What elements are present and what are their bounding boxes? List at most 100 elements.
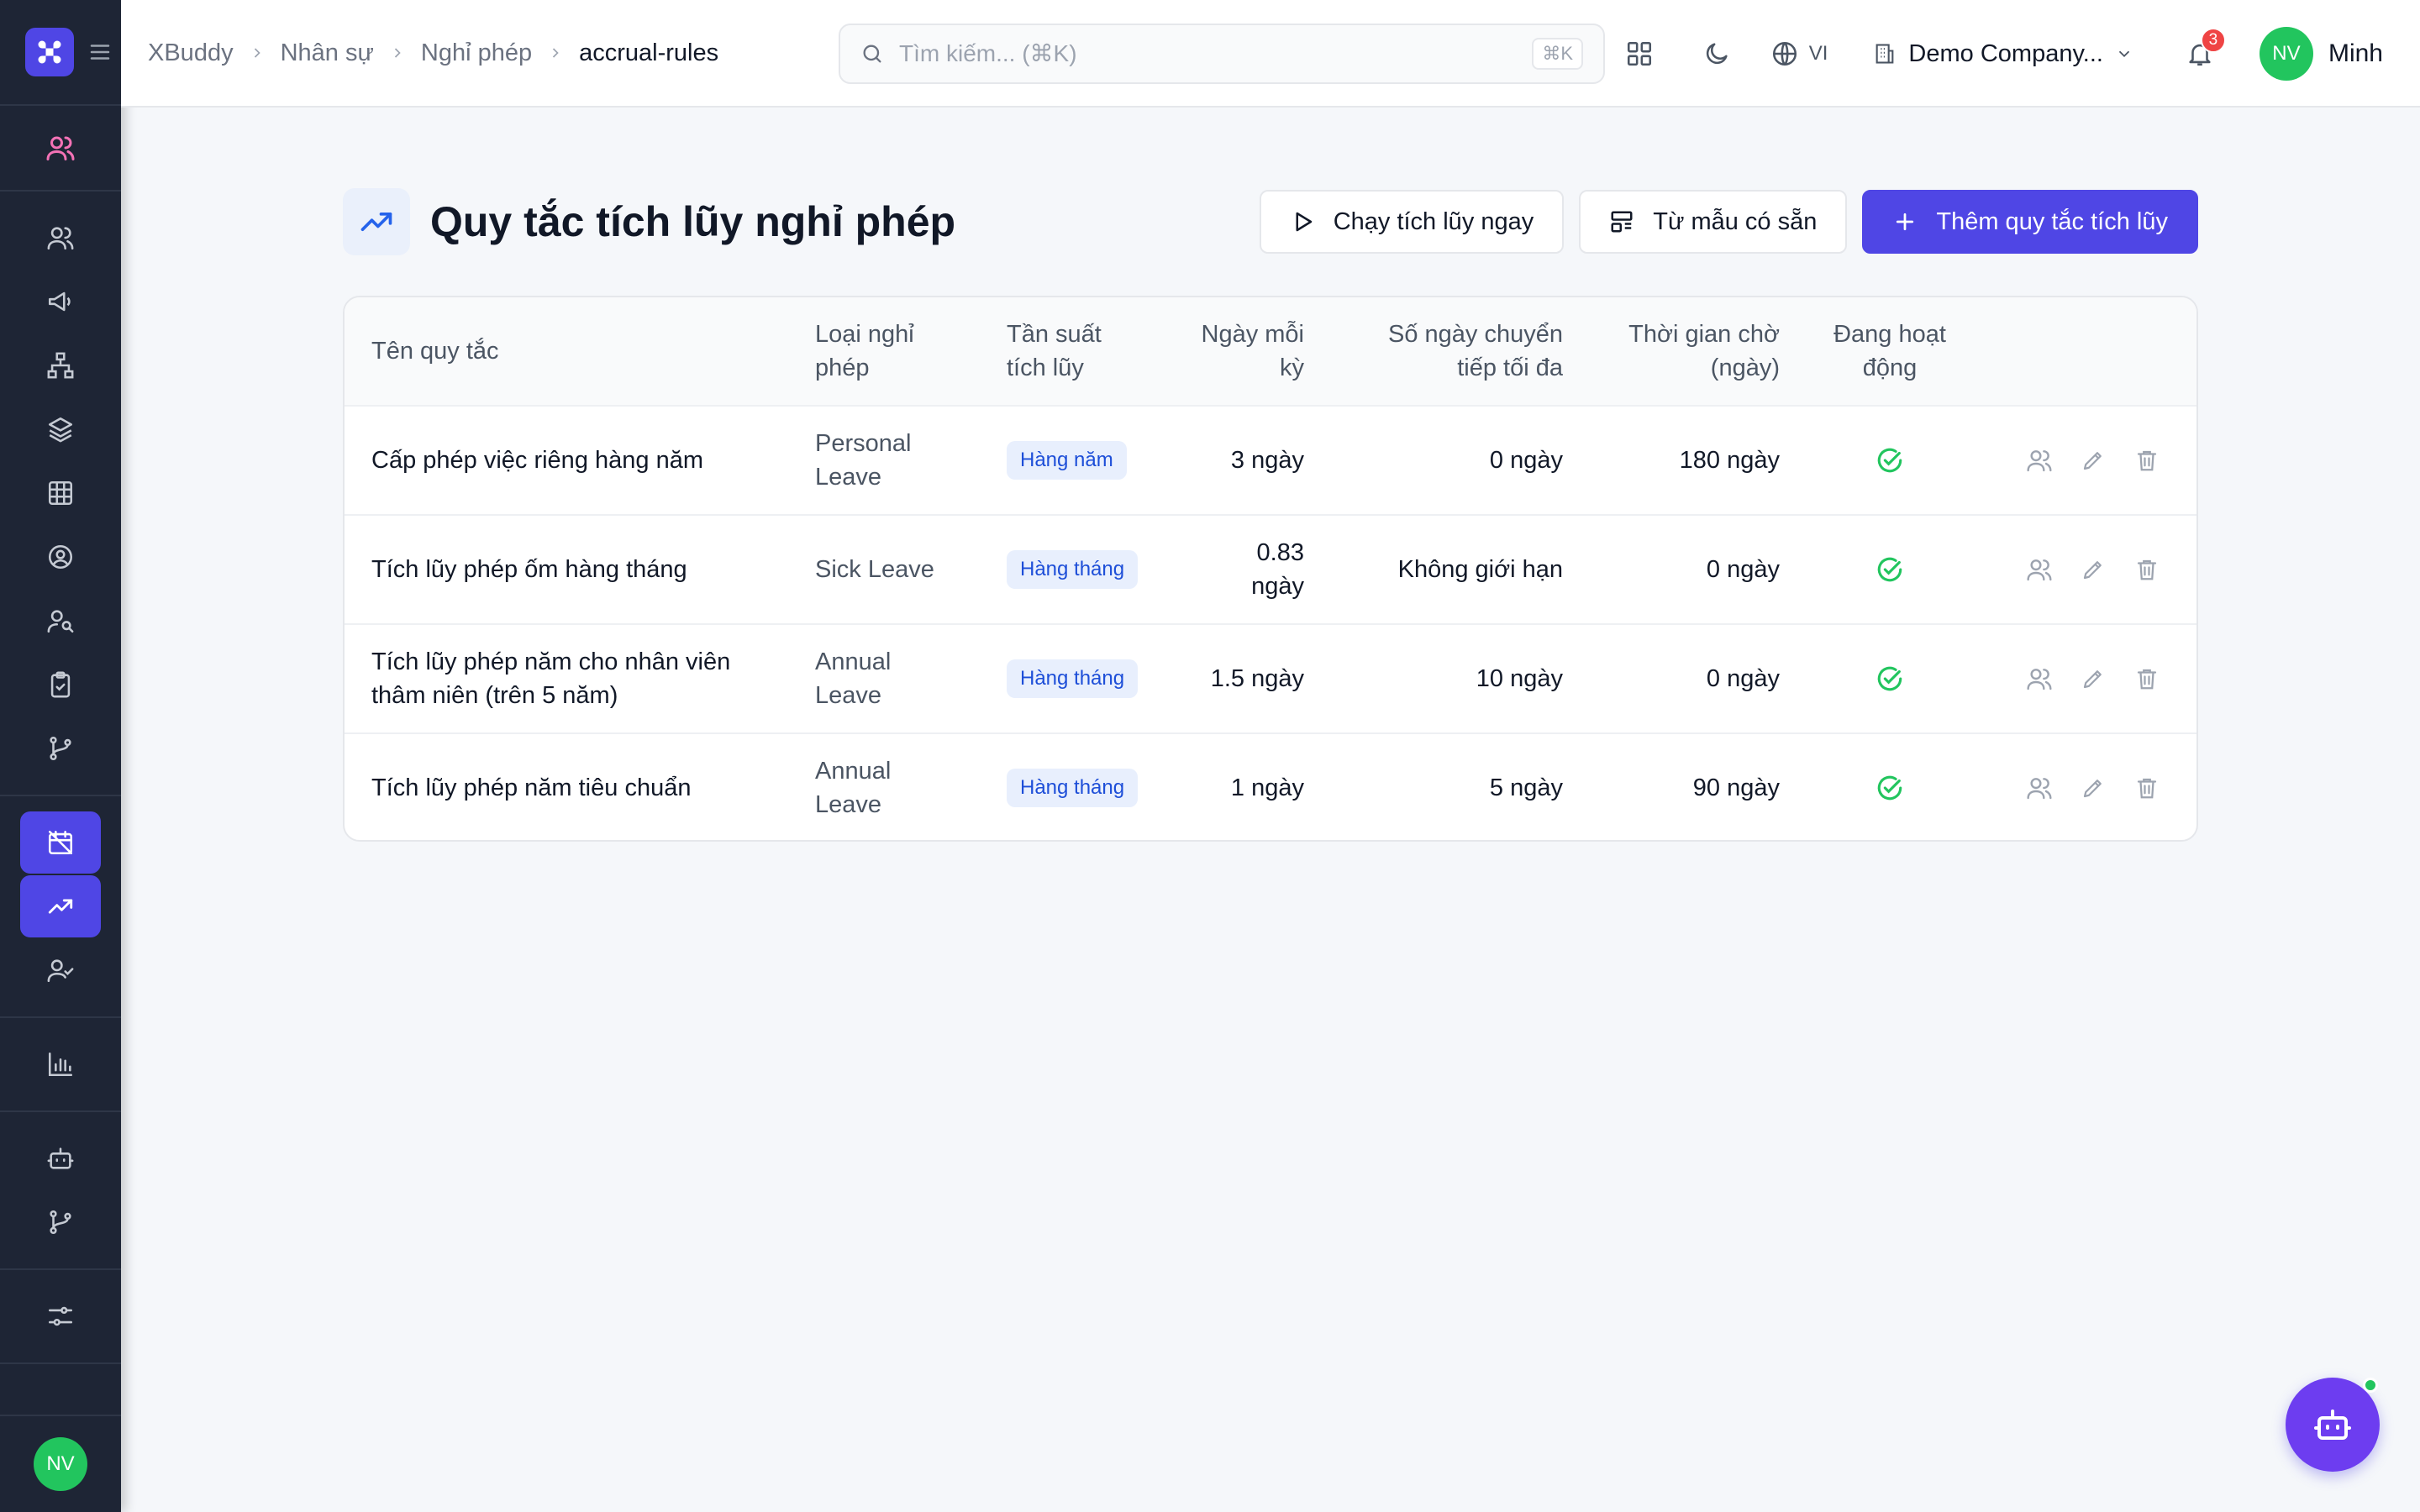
days-per-period: 3 ngày — [1230, 447, 1304, 474]
leave-type: Annual Leave — [815, 648, 892, 709]
add-accrual-rule-button[interactable]: Thêm quy tắc tích lũy — [1862, 190, 2198, 254]
sidebar-item-leave-calendar[interactable] — [20, 811, 101, 874]
search-box[interactable]: ⌘K — [839, 24, 1605, 84]
delete-icon[interactable] — [2133, 446, 2161, 475]
column-header-frequency[interactable]: Tần suất tích lũy — [1007, 318, 1133, 385]
table-row[interactable]: Tích lũy phép ốm hàng tháng Sick Leave H… — [345, 514, 2196, 623]
layers-icon — [48, 417, 73, 443]
column-header-leave-type[interactable]: Loại nghỉ phép — [815, 318, 941, 385]
git-branch-icon — [50, 736, 71, 761]
add-accrual-rule-label: Thêm quy tắc tích lũy — [1936, 207, 2168, 235]
max-carryover: 10 ngày — [1476, 665, 1563, 692]
active-status — [1876, 774, 1904, 802]
sidebar-item-workflow[interactable] — [20, 717, 101, 780]
breadcrumb-item-home[interactable]: XBuddy — [148, 39, 234, 67]
from-template-button[interactable]: Từ mẫu có sẵn — [1579, 190, 1848, 254]
sidebar-item-tasks[interactable] — [20, 654, 101, 716]
column-header-name[interactable]: Tên quy tắc — [371, 334, 499, 368]
sidebar-user-avatar[interactable]: NV — [34, 1437, 87, 1491]
frequency-cell: Hàng tháng — [1007, 769, 1139, 807]
assign-employees-icon[interactable] — [2025, 555, 2054, 584]
clipboard-check-icon — [50, 671, 71, 698]
column-header-days-per-period[interactable]: Ngày mỗi kỳ — [1185, 318, 1305, 385]
edit-icon[interactable] — [2079, 664, 2107, 693]
globe-icon — [1772, 41, 1797, 66]
chevron-right-icon — [553, 48, 559, 58]
leave-type: Annual Leave — [815, 758, 892, 818]
assign-employees-icon[interactable] — [2025, 664, 2054, 693]
sidebar-item-grid[interactable] — [20, 462, 101, 524]
assign-employees-icon[interactable] — [2025, 774, 2054, 802]
sidebar-item-recruitment[interactable] — [20, 590, 101, 652]
frequency-badge: Hàng tháng — [1007, 659, 1139, 698]
edit-icon[interactable] — [2079, 555, 2107, 584]
sidebar-item-org-chart[interactable] — [20, 334, 101, 396]
check-circle-icon — [1877, 448, 1902, 473]
column-header-max-carryover[interactable]: Số ngày chuyển tiếp tối đa — [1344, 318, 1563, 385]
sidebar-item-employees[interactable] — [20, 207, 101, 269]
run-accrual-button[interactable]: Chạy tích lũy ngay — [1259, 190, 1565, 254]
language-switcher[interactable]: VI — [1770, 39, 1828, 68]
check-circle-icon — [1877, 666, 1902, 691]
waiting-period: 0 ngày — [1706, 556, 1780, 583]
rule-name: Tích lũy phép ốm hàng tháng — [371, 556, 687, 583]
breadcrumb-item-hr[interactable]: Nhân sự — [281, 39, 374, 67]
page-actions: Chạy tích lũy ngay Từ mẫu có sẵn Thêm qu… — [1259, 190, 2198, 254]
sidebar-item-announcements[interactable] — [20, 270, 101, 333]
plus-icon — [1897, 213, 1914, 231]
moon-icon — [1706, 43, 1728, 65]
breadcrumb-item-leave[interactable]: Nghỉ phép — [421, 39, 532, 67]
active-status — [1876, 555, 1904, 584]
delete-icon[interactable] — [2133, 555, 2161, 584]
chevron-right-icon — [394, 48, 401, 58]
rule-name: Tích lũy phép năm cho nhân viên thâm niê… — [371, 648, 731, 709]
table-row[interactable]: Cấp phép việc riêng hàng năm Personal Le… — [345, 405, 2196, 514]
user-menu[interactable]: NV Minh — [2259, 27, 2383, 81]
sidebar-item-bot[interactable] — [20, 1127, 101, 1189]
page-header: Quy tắc tích lũy nghỉ phép Chạy tích lũy… — [343, 186, 2198, 257]
online-indicator — [2363, 1378, 2378, 1393]
accrual-rules-table: Tên quy tắc Loại nghỉ phép Tần suất tích… — [343, 296, 2198, 842]
table-row[interactable]: Tích lũy phép năm tiêu chuẩn Annual Leav… — [345, 732, 2196, 840]
sidebar-item-settings[interactable] — [20, 1285, 101, 1347]
sidebar-group-main — [0, 192, 121, 796]
sidebar-group-settings — [0, 1270, 121, 1364]
search-input[interactable] — [899, 40, 1518, 67]
frequency-cell: Hàng tháng — [1007, 659, 1139, 698]
sidebar-item-pipelines[interactable] — [20, 1191, 101, 1253]
app-logo[interactable] — [25, 28, 74, 76]
column-header-waiting-period[interactable]: Thời gian chờ (ngày) — [1597, 318, 1780, 385]
assistant-chat-button[interactable] — [2286, 1378, 2380, 1472]
assign-employees-icon[interactable] — [2025, 446, 2054, 475]
sidebar-item-layers[interactable] — [20, 398, 101, 460]
sidebar-item-approvals[interactable] — [20, 939, 101, 1001]
apps-button[interactable] — [1614, 29, 1665, 79]
theme-toggle-button[interactable] — [1691, 29, 1742, 79]
check-circle-icon — [1877, 557, 1902, 582]
search-shortcut: ⌘K — [1532, 38, 1583, 70]
sidebar-footer: NV — [0, 1415, 121, 1512]
table-row[interactable]: Tích lũy phép năm cho nhân viên thâm niê… — [345, 623, 2196, 732]
trending-up-icon — [48, 899, 73, 914]
leave-type: Personal Leave — [815, 430, 912, 491]
run-accrual-label: Chạy tích lũy ngay — [1333, 207, 1534, 235]
leave-type: Sick Leave — [815, 556, 934, 583]
edit-icon[interactable] — [2079, 446, 2107, 475]
sidebar-item-reports[interactable] — [20, 1033, 101, 1095]
trending-up-icon — [360, 213, 392, 231]
edit-icon[interactable] — [2079, 774, 2107, 802]
column-header-active[interactable]: Đang hoạt động — [1822, 318, 1958, 385]
breadcrumb-current: accrual-rules — [579, 39, 719, 66]
company-selector[interactable]: Demo Company... — [1873, 40, 2133, 68]
sidebar-item-accrual-rules[interactable] — [20, 875, 101, 937]
delete-icon[interactable] — [2133, 774, 2161, 802]
row-actions — [2025, 446, 2161, 475]
sidebar-item-profile[interactable] — [20, 526, 101, 588]
active-status — [1876, 664, 1904, 693]
delete-icon[interactable] — [2133, 664, 2161, 693]
check-circle-icon — [1877, 775, 1902, 801]
notifications-button[interactable]: 3 — [2179, 28, 2226, 75]
menu-toggle-icon[interactable] — [87, 39, 113, 65]
sidebar-module-hr[interactable] — [0, 106, 121, 192]
chevron-right-icon — [254, 48, 260, 58]
